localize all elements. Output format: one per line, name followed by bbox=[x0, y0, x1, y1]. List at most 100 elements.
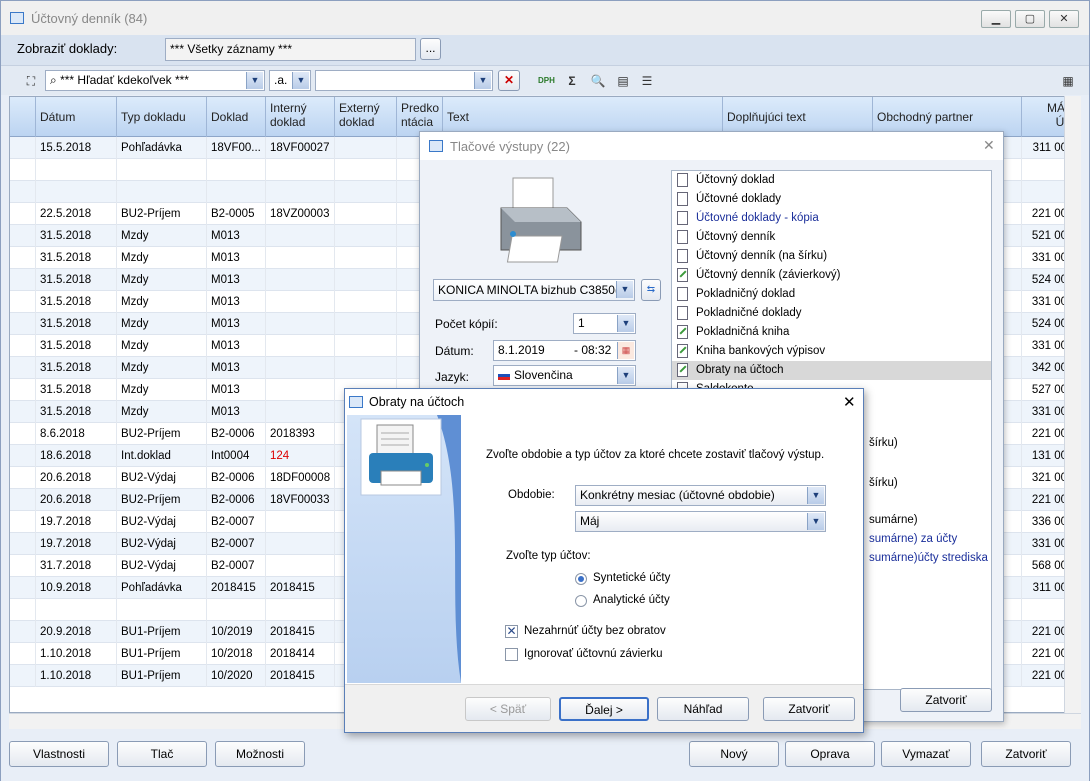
close-icon[interactable]: ✕ bbox=[983, 137, 995, 154]
chevron-down-icon[interactable]: ▼ bbox=[246, 72, 263, 89]
delete-button[interactable]: Vymazať bbox=[881, 741, 971, 767]
cell-t: Pohľadávka bbox=[117, 137, 207, 159]
chevron-down-icon[interactable]: ▼ bbox=[617, 367, 634, 384]
cell-t: BU1-Príjem bbox=[117, 621, 207, 643]
cell-dok: B2-0006 bbox=[207, 423, 266, 445]
next-button[interactable]: Ďalej > bbox=[559, 697, 649, 721]
cell-t: Mzdy bbox=[117, 401, 207, 423]
header-typ[interactable]: Typ dokladu bbox=[117, 97, 207, 137]
search-mode-select[interactable]: .a. ▼ bbox=[269, 70, 311, 91]
edit-button[interactable]: Oprava bbox=[785, 741, 875, 767]
new-button[interactable]: Nový bbox=[689, 741, 779, 767]
cell-t: Mzdy bbox=[117, 335, 207, 357]
cell-d: 1.10.2018 bbox=[36, 665, 117, 687]
print-output-item[interactable]: Kniha bankových výpisov bbox=[672, 342, 991, 361]
preview-icon[interactable]: 🔍 bbox=[590, 73, 606, 89]
cell-d: 31.5.2018 bbox=[36, 401, 117, 423]
chevron-down-icon[interactable]: ▼ bbox=[807, 487, 824, 504]
cell-d: 8.6.2018 bbox=[36, 423, 117, 445]
chevron-down-icon[interactable]: ▼ bbox=[617, 315, 634, 332]
period-select[interactable]: Konkrétny mesiac (účtovné obdobie) ▼ bbox=[575, 485, 826, 506]
binoculars-icon[interactable]: ⛶ bbox=[23, 73, 39, 89]
header-doklad[interactable]: Doklad bbox=[207, 97, 266, 137]
cell-ext bbox=[335, 291, 397, 313]
chevron-down-icon[interactable]: ▼ bbox=[616, 281, 633, 298]
cell-ext bbox=[335, 247, 397, 269]
calendar-icon[interactable]: ▦ bbox=[617, 342, 634, 359]
ignore-closing-checkbox[interactable] bbox=[505, 648, 518, 661]
printer-icon bbox=[500, 177, 582, 263]
close-icon[interactable]: ✕ bbox=[843, 393, 856, 411]
print-output-item[interactable]: Účtovný denník (na šírku) bbox=[672, 247, 991, 266]
print-output-item[interactable]: Účtovný doklad bbox=[672, 171, 991, 190]
language-select[interactable]: Slovenčina ▼ bbox=[493, 365, 636, 386]
row-indicator bbox=[10, 181, 36, 203]
analytic-radio[interactable] bbox=[575, 595, 587, 607]
printer-settings-button[interactable]: ⇆ bbox=[641, 279, 661, 301]
cell-dok: 10/2020 bbox=[207, 665, 266, 687]
obraty-close-button[interactable]: Zatvoriť bbox=[763, 697, 855, 721]
copies-select[interactable]: 1 ▼ bbox=[573, 313, 636, 334]
search-input[interactable]: ▼ bbox=[315, 70, 493, 91]
back-button[interactable]: < Späť bbox=[465, 697, 551, 721]
preview-button[interactable]: Náhľad bbox=[657, 697, 749, 721]
cell-dok bbox=[207, 599, 266, 621]
cell-dok: B2-0006 bbox=[207, 467, 266, 489]
clear-search-button[interactable]: ✕ bbox=[498, 70, 520, 91]
header-externy[interactable]: Externý doklad bbox=[335, 97, 397, 137]
print-output-item[interactable]: Účtovné doklady bbox=[672, 190, 991, 209]
exclude-no-turnover-checkbox[interactable]: ✕ bbox=[505, 625, 518, 638]
filter-browse-button[interactable]: ... bbox=[420, 38, 441, 60]
print-output-item[interactable]: Účtovný denník (závierkový) bbox=[672, 266, 991, 285]
chevron-down-icon[interactable]: ▼ bbox=[807, 513, 824, 530]
dph-icon[interactable]: DPH bbox=[538, 73, 555, 89]
cell-d: 19.7.2018 bbox=[36, 511, 117, 533]
document-icon bbox=[677, 249, 688, 263]
chevron-down-icon[interactable]: ▼ bbox=[474, 72, 491, 89]
row-indicator bbox=[10, 313, 36, 335]
vertical-scrollbar[interactable] bbox=[1064, 96, 1081, 713]
chevron-down-icon[interactable]: ▼ bbox=[292, 72, 309, 89]
document-icon bbox=[677, 211, 688, 225]
settings-icon[interactable]: ▦ bbox=[1060, 73, 1076, 89]
obraty-footer: < Späť Ďalej > Náhľad Zatvoriť bbox=[345, 684, 863, 732]
sum-icon[interactable]: Σ bbox=[564, 73, 580, 89]
print-button[interactable]: Tlač bbox=[117, 741, 207, 767]
cell-int: 2018415 bbox=[266, 665, 335, 687]
minimize-button[interactable]: ▁ bbox=[981, 10, 1011, 28]
printer-select[interactable]: KONICA MINOLTA bizhub C3850(... ▼ bbox=[433, 279, 635, 301]
month-select[interactable]: Máj ▼ bbox=[575, 511, 826, 532]
window-title: Účtovný denník (84) bbox=[31, 11, 148, 26]
maximize-button[interactable]: ▢ bbox=[1015, 10, 1045, 28]
obraty-titlebar: Obraty na účtoch ✕ bbox=[345, 389, 863, 415]
row-indicator bbox=[10, 203, 36, 225]
synthetic-radio[interactable] bbox=[575, 573, 587, 585]
options-button[interactable]: Možnosti bbox=[215, 741, 305, 767]
header-interny[interactable]: Interný doklad bbox=[266, 97, 335, 137]
exclude-no-turnover-label: Nezahrnúť účty bez obratov bbox=[524, 625, 666, 637]
cell-t bbox=[117, 159, 207, 181]
properties-button[interactable]: Vlastnosti bbox=[9, 741, 109, 767]
close-main-button[interactable]: Zatvoriť bbox=[981, 741, 1071, 767]
header-datum[interactable]: Dátum bbox=[36, 97, 117, 137]
list-icon[interactable]: ☰ bbox=[639, 73, 655, 89]
print-output-item[interactable]: Účtovné doklady - kópia bbox=[672, 209, 991, 228]
print-output-item[interactable]: Pokladničná kniha bbox=[672, 323, 991, 342]
row-indicator bbox=[10, 137, 36, 159]
print-output-item[interactable]: Obraty na účtoch bbox=[672, 361, 991, 380]
document-icon bbox=[677, 173, 688, 187]
date-input[interactable]: 8.1.2019 - 08:32 ▦ bbox=[493, 340, 636, 361]
tree-icon[interactable]: ▤ bbox=[615, 73, 631, 89]
search-scope-select[interactable]: ⌕ *** Hľadať kdekoľvek *** ▼ bbox=[45, 70, 265, 91]
print-output-item[interactable]: Pokladničný doklad bbox=[672, 285, 991, 304]
cell-t: Mzdy bbox=[117, 357, 207, 379]
print-output-item[interactable]: Účtovný denník bbox=[672, 228, 991, 247]
search-scope-value: *** Hľadať kdekoľvek *** bbox=[60, 73, 189, 87]
cell-ext bbox=[335, 203, 397, 225]
close-button[interactable]: ✕ bbox=[1049, 10, 1079, 28]
print-output-item[interactable]: Pokladničné doklady bbox=[672, 304, 991, 323]
filter-select[interactable]: *** Všetky záznamy *** bbox=[165, 38, 416, 61]
cell-int bbox=[266, 269, 335, 291]
print-dialog-close-button[interactable]: Zatvoriť bbox=[900, 688, 992, 712]
cell-dok: 18VF00... bbox=[207, 137, 266, 159]
